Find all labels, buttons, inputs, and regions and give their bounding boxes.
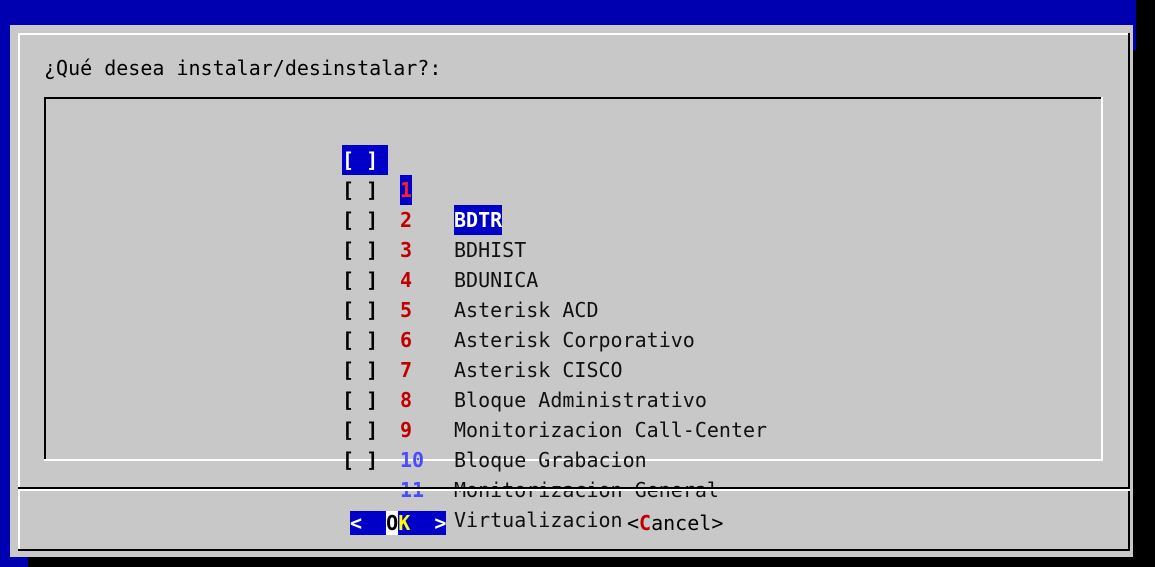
item-label: BDUNICA xyxy=(454,268,539,292)
ok-pad-left xyxy=(362,511,387,535)
item-label: BDHIST xyxy=(454,238,527,262)
checklist-item-asterisk-acd[interactable]: [ ] 4 Asterisk ACD xyxy=(342,205,599,322)
ok-letter-o: O xyxy=(386,511,399,535)
item-label: Virtualizacion xyxy=(454,508,623,532)
item-label: Monitorizacion Call-Center xyxy=(454,418,768,442)
cancel-left-bracket: < xyxy=(627,511,640,535)
item-label: BDTR xyxy=(454,205,503,235)
list-border-left xyxy=(44,97,46,461)
cancel-label-rest: ancel xyxy=(651,511,712,535)
ok-letter-k: K xyxy=(398,511,411,535)
item-label: Bloque Grabacion xyxy=(454,448,647,472)
checklist-item-monitorizacion-call-center[interactable]: [ ] 8 Monitorizacion Call-Center xyxy=(342,325,767,442)
button-separator-light xyxy=(18,489,1130,491)
checklist-item-asterisk-corporativo[interactable]: [ ] 5 Asterisk Corporativo xyxy=(342,235,695,352)
dialog-shadow-right xyxy=(1133,50,1155,565)
checklist-box: [ ] 1 BDTR [ ] 2 BDHIST [ ] 3 BDUNICA [ … xyxy=(44,97,1103,532)
checklist-item-virtualizacion[interactable]: [ ] 11 Virtualizacion xyxy=(342,415,623,532)
cancel-hotkey: C xyxy=(639,511,652,535)
item-label: Asterisk ACD xyxy=(454,298,599,322)
dialog-border-top xyxy=(18,33,1130,35)
item-label: Asterisk CISCO xyxy=(454,358,623,382)
list-border-top xyxy=(44,97,1103,99)
dialog-prompt: ¿Qué desea instalar/desinstalar?: xyxy=(44,56,442,80)
dialog-border-left xyxy=(18,33,20,551)
checklist-dialog: ¿Qué desea instalar/desinstalar?: [ ] 1 … xyxy=(10,25,1133,557)
dialog-border-bottom xyxy=(18,549,1130,551)
cancel-button[interactable]: <Cancel> xyxy=(627,508,723,538)
checklist-item-monitorizacion-general[interactable]: [ ] 10 Monitorizacion General xyxy=(342,385,719,502)
checklist-item-bdtr[interactable]: [ ] 1 BDTR xyxy=(342,115,503,235)
checklist-item-bloque-administrativo[interactable]: [ ] 7 Bloque Administrativo xyxy=(342,295,707,412)
checklist-item-asterisk-cisco[interactable]: [ ] 6 Asterisk CISCO xyxy=(342,265,623,382)
checklist-item-bdhist[interactable]: [ ] 2 BDHIST xyxy=(342,145,526,262)
checkbox[interactable]: [ ] xyxy=(342,445,388,475)
ok-pad-right xyxy=(410,511,435,535)
dialog-shadow-bottom xyxy=(28,557,1155,567)
ok-button[interactable]: < OK > xyxy=(350,508,447,538)
item-label: Bloque Administrativo xyxy=(454,388,707,412)
item-label: Asterisk Corporativo xyxy=(454,328,695,352)
ok-left-bracket: < xyxy=(350,511,363,535)
dialog-border-right xyxy=(1128,33,1130,551)
list-border-right xyxy=(1101,97,1103,461)
checklist-item-bloque-grabacion[interactable]: [ ] 9 Bloque Grabacion xyxy=(342,355,647,472)
checklist-item-bdunica[interactable]: [ ] 3 BDUNICA xyxy=(342,175,538,292)
ok-right-bracket: > xyxy=(434,511,447,535)
cancel-right-bracket: > xyxy=(711,511,724,535)
